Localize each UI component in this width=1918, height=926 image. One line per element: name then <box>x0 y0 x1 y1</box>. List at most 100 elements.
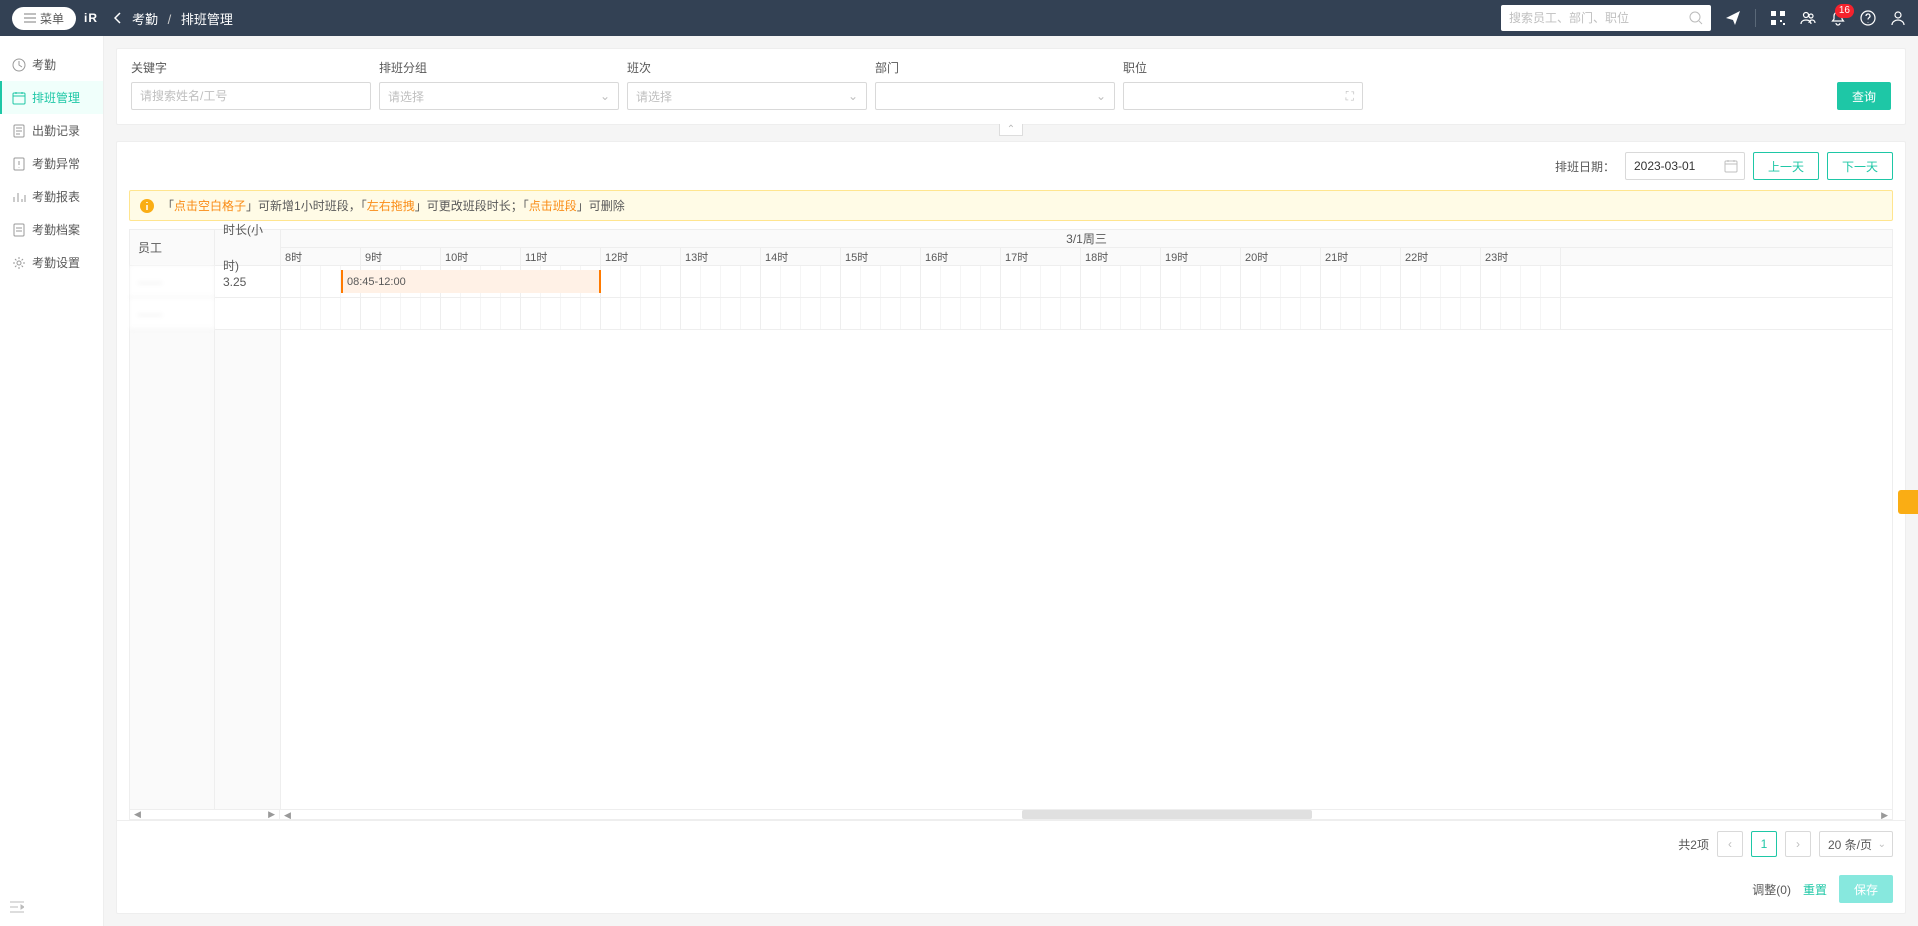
hour-cell: 19时 <box>1161 248 1241 265</box>
group-label: 排班分组 <box>379 59 619 76</box>
help-icon[interactable] <box>1860 10 1876 26</box>
sidebar-label: 考勤报表 <box>32 188 80 205</box>
sidebar-item-schedule[interactable]: 排班管理 <box>0 81 103 114</box>
hour-cell: 9时 <box>361 248 441 265</box>
duration-header: 时长(小时) <box>215 230 280 266</box>
contacts-icon[interactable] <box>1800 10 1816 26</box>
chevron-down-icon: ⌄ <box>600 89 610 103</box>
sidebar-label: 考勤 <box>32 56 56 73</box>
side-float-button[interactable] <box>1898 490 1918 514</box>
sidebar-item-attendance[interactable]: 考勤 <box>0 48 103 81</box>
keyword-input[interactable] <box>131 82 371 110</box>
menu-label: 菜单 <box>40 10 64 27</box>
emp-header: 员工 <box>130 230 214 266</box>
qrcode-icon[interactable] <box>1770 10 1786 26</box>
chevron-down-icon: ⌄ <box>848 89 858 103</box>
schedule-card: 排班日期： 2023-03-01 上一天 下一天 「点击空白格子」可新增1小时班… <box>116 141 1906 914</box>
breadcrumb-parent[interactable]: 考勤 <box>132 12 158 27</box>
day-header: 3/1周三 <box>281 230 1892 248</box>
group-select[interactable]: 请选择 ⌄ <box>379 82 619 110</box>
page-number[interactable]: 1 <box>1751 831 1777 857</box>
hour-cell: 14时 <box>761 248 841 265</box>
scroll-left-icon[interactable]: ◀ <box>282 810 293 821</box>
emp-cell: —— <box>130 298 214 330</box>
sidebar-item-archive[interactable]: 考勤档案 <box>0 213 103 246</box>
bell-icon[interactable]: 16 <box>1830 10 1846 26</box>
collapse-filter-icon[interactable]: ⌃ <box>999 124 1023 136</box>
hour-cell: 10时 <box>441 248 521 265</box>
total-count: 共2项 <box>1678 836 1709 853</box>
tip-bar: 「点击空白格子」可新增1小时班段，「左右拖拽」可更改班段时长；「点击班段」可删除 <box>129 190 1893 221</box>
pagesize-select[interactable]: 20 条/页⌄ <box>1819 831 1893 857</box>
adjust-count: 调整(0) <box>1752 881 1791 898</box>
scroll-right-icon[interactable]: ▶ <box>266 809 277 820</box>
position-select[interactable]: ⛶ <box>1123 82 1363 110</box>
date-picker[interactable]: 2023-03-01 <box>1625 152 1745 180</box>
hour-cell: 17时 <box>1001 248 1081 265</box>
sidebar-label: 出勤记录 <box>32 122 80 139</box>
user-icon[interactable] <box>1890 10 1906 26</box>
schedule-row[interactable]: 08:45-12:00 <box>281 266 1892 298</box>
date-label: 排班日期： <box>1555 158 1615 175</box>
logo: iR <box>84 11 98 25</box>
calendar-icon <box>1724 159 1738 173</box>
scroll-right-icon[interactable]: ▶ <box>1879 810 1890 821</box>
hour-cell: 8时 <box>281 248 361 265</box>
topbar: 菜单 iR 考勤 / 排班管理 16 <box>0 0 1918 36</box>
sidebar-label: 排班管理 <box>32 89 80 106</box>
hour-cell: 16时 <box>921 248 1001 265</box>
dept-label: 部门 <box>875 59 1115 76</box>
shift-block[interactable]: 08:45-12:00 <box>341 270 601 293</box>
keyword-label: 关键字 <box>131 59 371 76</box>
expand-icon: ⛶ <box>1346 89 1354 104</box>
hour-header: 8时9时10时11时12时13时14时15时16时17时18时19时20时21时… <box>281 248 1892 266</box>
sidebar-label: 考勤档案 <box>32 221 80 238</box>
next-page-button[interactable]: › <box>1785 831 1811 857</box>
horizontal-scrollbar[interactable]: ◀ ▶ ◀ ▶ <box>130 809 1892 819</box>
notification-badge: 16 <box>1835 4 1854 18</box>
shift-select[interactable]: 请选择 ⌄ <box>627 82 867 110</box>
hour-cell: 11时 <box>521 248 601 265</box>
position-label: 职位 <box>1123 59 1363 76</box>
hour-cell: 21时 <box>1321 248 1401 265</box>
breadcrumb-current: 排班管理 <box>181 12 233 27</box>
filter-panel: 关键字 排班分组 请选择 ⌄ 班次 请选择 ⌄ <box>116 48 1906 125</box>
hour-cell: 13时 <box>681 248 761 265</box>
emp-cell: —— <box>130 266 214 298</box>
hour-cell: 20时 <box>1241 248 1321 265</box>
dept-select[interactable]: ⌄ <box>875 82 1115 110</box>
sidebar-label: 考勤设置 <box>32 254 80 271</box>
scroll-thumb[interactable] <box>1022 810 1312 819</box>
send-icon[interactable] <box>1725 10 1741 26</box>
search-button[interactable]: 查询 <box>1837 82 1891 110</box>
sidebar: 考勤 排班管理 出勤记录 考勤异常 考勤报表 考勤档案 考勤设置 <box>0 36 104 926</box>
shift-label: 班次 <box>627 59 867 76</box>
sidebar-item-attendance-log[interactable]: 出勤记录 <box>0 114 103 147</box>
save-button[interactable]: 保存 <box>1839 875 1893 903</box>
pagination: 共2项 ‹ 1 › 20 条/页⌄ <box>117 821 1905 867</box>
sidebar-item-report[interactable]: 考勤报表 <box>0 180 103 213</box>
hour-cell: 23时 <box>1481 248 1561 265</box>
chevron-down-icon: ⌄ <box>1096 89 1106 103</box>
sidebar-label: 考勤异常 <box>32 155 80 172</box>
schedule-row[interactable] <box>281 298 1892 330</box>
hour-cell: 15时 <box>841 248 921 265</box>
back-icon[interactable] <box>114 12 122 24</box>
global-search-input[interactable] <box>1509 11 1689 25</box>
info-icon <box>140 199 154 213</box>
prev-page-button[interactable]: ‹ <box>1717 831 1743 857</box>
sidebar-collapse-icon[interactable] <box>10 901 24 916</box>
hour-cell: 12时 <box>601 248 681 265</box>
hour-cell: 18时 <box>1081 248 1161 265</box>
scroll-left-icon[interactable]: ◀ <box>132 809 143 820</box>
global-search[interactable] <box>1501 5 1711 31</box>
hour-cell: 22时 <box>1401 248 1481 265</box>
menu-button[interactable]: 菜单 <box>12 7 76 30</box>
reset-button[interactable]: 重置 <box>1803 881 1827 898</box>
sidebar-item-exception[interactable]: 考勤异常 <box>0 147 103 180</box>
breadcrumb: 考勤 / 排班管理 <box>132 9 233 28</box>
prev-day-button[interactable]: 上一天 <box>1753 152 1819 180</box>
next-day-button[interactable]: 下一天 <box>1827 152 1893 180</box>
duration-cell <box>215 298 280 330</box>
sidebar-item-settings[interactable]: 考勤设置 <box>0 246 103 279</box>
